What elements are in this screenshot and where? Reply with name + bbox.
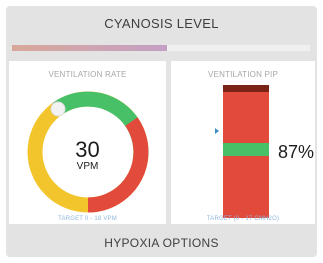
ventilation-rate-value: 30 bbox=[75, 137, 100, 162]
pip-bar-target-band bbox=[223, 143, 269, 156]
cyanosis-level-header[interactable]: CYANOSIS LEVEL bbox=[6, 6, 317, 40]
hypoxia-options-label: HYPOXIA OPTIONS bbox=[104, 236, 219, 250]
ventilation-pip-title: VENTILATION PIP bbox=[208, 70, 278, 79]
cyanosis-level-title: CYANOSIS LEVEL bbox=[104, 15, 219, 31]
cyanosis-level-fill bbox=[12, 45, 167, 51]
pip-bar-top-cap bbox=[223, 85, 269, 92]
cyanosis-level-bar bbox=[12, 45, 310, 51]
ventilation-pip-bar bbox=[223, 85, 269, 218]
hypoxia-options-button[interactable]: HYPOXIA OPTIONS bbox=[6, 230, 317, 256]
ventilation-pip-target: TARGET (0 - 17 cmH2O) bbox=[206, 216, 280, 222]
cyanosis-panel: CYANOSIS LEVEL VENTILATION RATE 30 VPM T… bbox=[6, 6, 317, 257]
ventilation-rate-unit: VPM bbox=[76, 161, 99, 172]
ventilation-rate-target: TARGET 0 - 18 VPM bbox=[58, 216, 117, 222]
ventilation-pip-card: VENTILATION PIP 87% TARGET (0 - 17 cmH2O… bbox=[171, 61, 315, 224]
pip-pointer-icon bbox=[215, 128, 219, 134]
gauge-indicator-knob bbox=[50, 101, 66, 117]
ventilation-pip-value: 87% bbox=[278, 142, 315, 162]
ventilation-rate-card: VENTILATION RATE 30 VPM TARGET 0 - 18 VP… bbox=[9, 61, 166, 224]
ventilation-rate-title: VENTILATION RATE bbox=[48, 70, 127, 79]
